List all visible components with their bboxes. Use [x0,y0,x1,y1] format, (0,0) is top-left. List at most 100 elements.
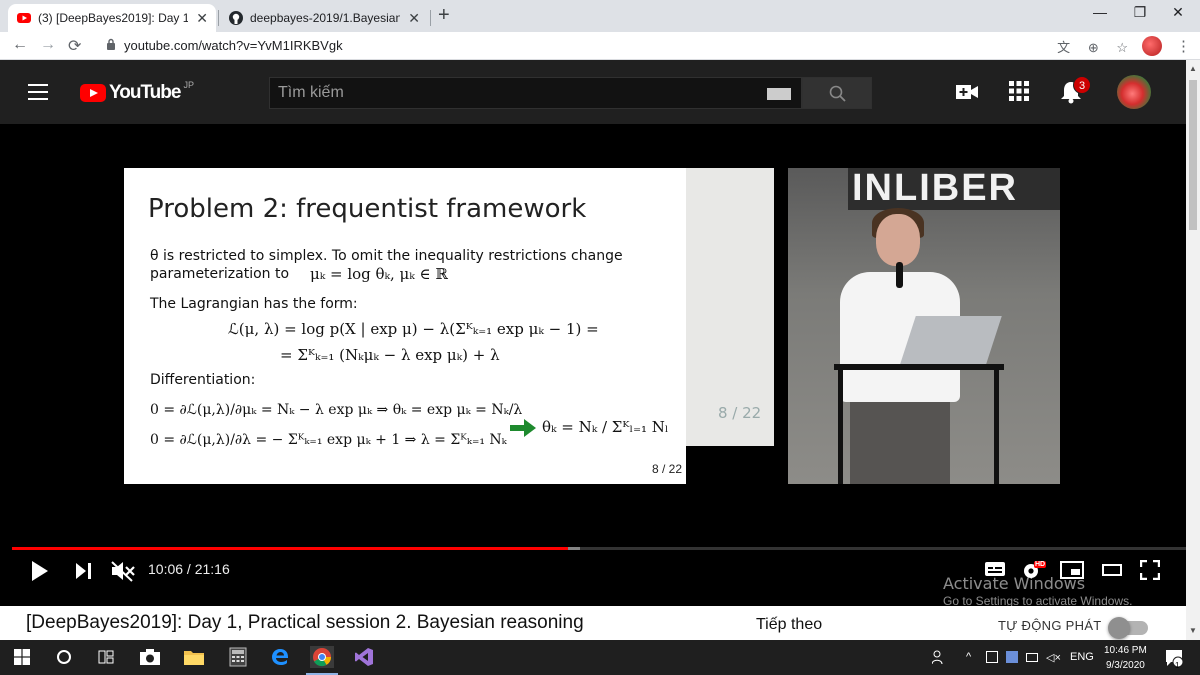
tab-github[interactable]: deepbayes-2019/1.Bayesian reas ✕ [220,4,428,32]
speaker-figure [876,214,920,266]
translate-icon[interactable]: 文 [1057,40,1070,55]
forward-button[interactable]: → [40,36,56,54]
apps-grid-icon[interactable] [1008,80,1030,102]
tray-app-icon[interactable] [986,651,998,663]
account-avatar[interactable] [1117,75,1151,109]
result-arrow-icon [510,419,536,437]
play-button[interactable] [30,560,50,582]
taskbar-edge[interactable] [268,646,292,668]
github-icon [229,11,243,25]
fullscreen-icon[interactable] [1140,560,1160,580]
scroll-thumb[interactable] [1189,80,1197,230]
youtube-masthead: YouTube JP [0,60,1200,124]
tab-title: deepbayes-2019/1.Bayesian reas [250,11,401,25]
slide-line-1: θ is restricted to simplex. To omit the … [150,248,623,264]
new-tab-button[interactable]: + [438,4,450,27]
address-bar[interactable]: youtube.com/watch?v=YvM1IRKBVgk [96,35,1136,57]
lecture-slide: Problem 2: frequentist framework θ is re… [124,168,686,484]
youtube-icon [17,13,31,23]
speaker-figure [850,400,950,484]
hd-badge: HD [1034,561,1047,568]
tray-app-icon[interactable] [1006,651,1018,663]
page-scrollbar[interactable]: ▲ ▼ [1186,60,1200,640]
youtube-play-logo-icon [80,84,106,102]
time-display: 10:06 / 21:16 [148,561,230,577]
slide-param-math: μₖ = log θₖ, μₖ ∈ ℝ [310,265,448,283]
zoom-icon[interactable]: ⊕ [1088,40,1099,55]
mute-icon[interactable] [110,560,136,582]
windows-taskbar: ^ ◁× ENG 10:46 PM 9/3/2020 1 [0,640,1200,675]
taskbar-chrome[interactable] [310,646,334,668]
autoplay-toggle-knob[interactable] [1108,617,1130,639]
taskbar-visual-studio[interactable] [352,646,376,668]
close-tab-icon[interactable]: ✕ [408,10,420,27]
task-view-icon [98,650,114,664]
country-code: JP [183,80,194,90]
lagrangian-equation-1: ℒ(μ, λ) = log p(X | exp μ) − λ(Σᴷₖ₌₁ exp… [228,320,599,338]
guide-menu-icon[interactable] [28,84,48,100]
clock-time: 10:46 PM [1104,645,1147,656]
podium [838,370,843,484]
search-button[interactable] [802,77,872,109]
system-clock[interactable]: 10:46 PM 9/3/2020 [1104,643,1147,673]
edge-browser-icon [272,649,288,665]
windows-logo-icon [14,649,30,665]
scroll-up-icon[interactable]: ▲ [1189,64,1197,73]
taskbar-camera-app[interactable] [138,646,162,668]
volume-icon[interactable]: ◁× [1046,651,1061,664]
chrome-menu-icon[interactable]: ⋮ [1176,37,1191,55]
show-hidden-icons[interactable]: ^ [966,651,971,663]
projected-page-number: 8 / 22 [718,404,762,422]
notification-count: 1 [1175,661,1180,670]
tab-divider [430,10,431,26]
video-player[interactable]: Problem 2: frequentist framework θ is re… [0,124,1200,594]
people-icon[interactable] [931,649,946,668]
battery-icon[interactable] [1026,653,1038,662]
lock-icon [107,38,115,50]
cortana-button[interactable] [52,646,76,668]
activate-windows-watermark: Activate Windows [943,574,1086,593]
video-title: [DeepBayes2019]: Day 1, Practical sessio… [26,612,584,633]
projected-screen: 8 / 22 [686,168,774,446]
task-view-button[interactable] [94,646,118,668]
camera-icon [140,649,160,665]
theater-mode-icon[interactable] [1102,564,1122,576]
tab-youtube[interactable]: (3) [DeepBayes2019]: Day 1, Prac ✕ [8,4,216,32]
bookmark-star-icon[interactable]: ☆ [1116,40,1128,55]
back-button[interactable]: ← [12,36,28,54]
slide-title: Problem 2: frequentist framework [148,194,587,224]
minimize-button[interactable]: — [1080,4,1120,20]
keyboard-icon[interactable] [767,88,791,100]
scroll-down-icon[interactable]: ▼ [1189,626,1197,635]
create-video-icon[interactable] [955,80,979,104]
theta-result: θₖ = Nₖ / Σᴷₗ₌₁ Nₗ [542,418,669,436]
cortana-circle-icon [57,650,71,664]
podium [834,364,1004,370]
search-icon [829,85,846,102]
derivative-mu: 0 = ∂ℒ(μ,λ)/∂μₖ = Nₖ − λ exp μₖ ⇒ θₖ = e… [150,402,523,418]
action-center-icon[interactable] [1164,648,1184,671]
browser-tab-strip: (3) [DeepBayes2019]: Day 1, Prac ✕ deepb… [0,0,1200,32]
restore-button[interactable]: ❐ [1120,4,1160,21]
close-tab-icon[interactable]: ✕ [196,10,208,27]
taskbar-file-explorer[interactable] [182,646,206,668]
start-button[interactable] [10,646,34,668]
up-next-label: Tiếp theo [756,616,823,633]
next-button[interactable] [74,562,94,580]
folder-icon [184,651,204,665]
derivative-lambda: 0 = ∂ℒ(μ,λ)/∂λ = − Σᴷₖ₌₁ exp μₖ + 1 ⇒ λ … [150,432,507,448]
profile-avatar[interactable] [1142,36,1162,56]
reload-button[interactable]: ⟳ [68,36,81,56]
taskbar-calculator[interactable] [226,646,250,668]
youtube-logo[interactable]: YouTube JP [80,80,194,104]
logo-wordmark: YouTube [109,82,181,103]
clock-date: 9/3/2020 [1105,660,1145,671]
calculator-icon [229,647,247,667]
search-input[interactable] [270,78,740,108]
input-language[interactable]: ENG [1070,651,1094,663]
speaker-camera-view: INLIBER [788,168,1060,484]
tab-divider [218,10,219,26]
close-window-button[interactable]: ✕ [1158,4,1198,21]
lagrangian-label: The Lagrangian has the form: [150,296,358,312]
omnibox-actions: 文 ⊕ ☆ [1043,37,1128,56]
